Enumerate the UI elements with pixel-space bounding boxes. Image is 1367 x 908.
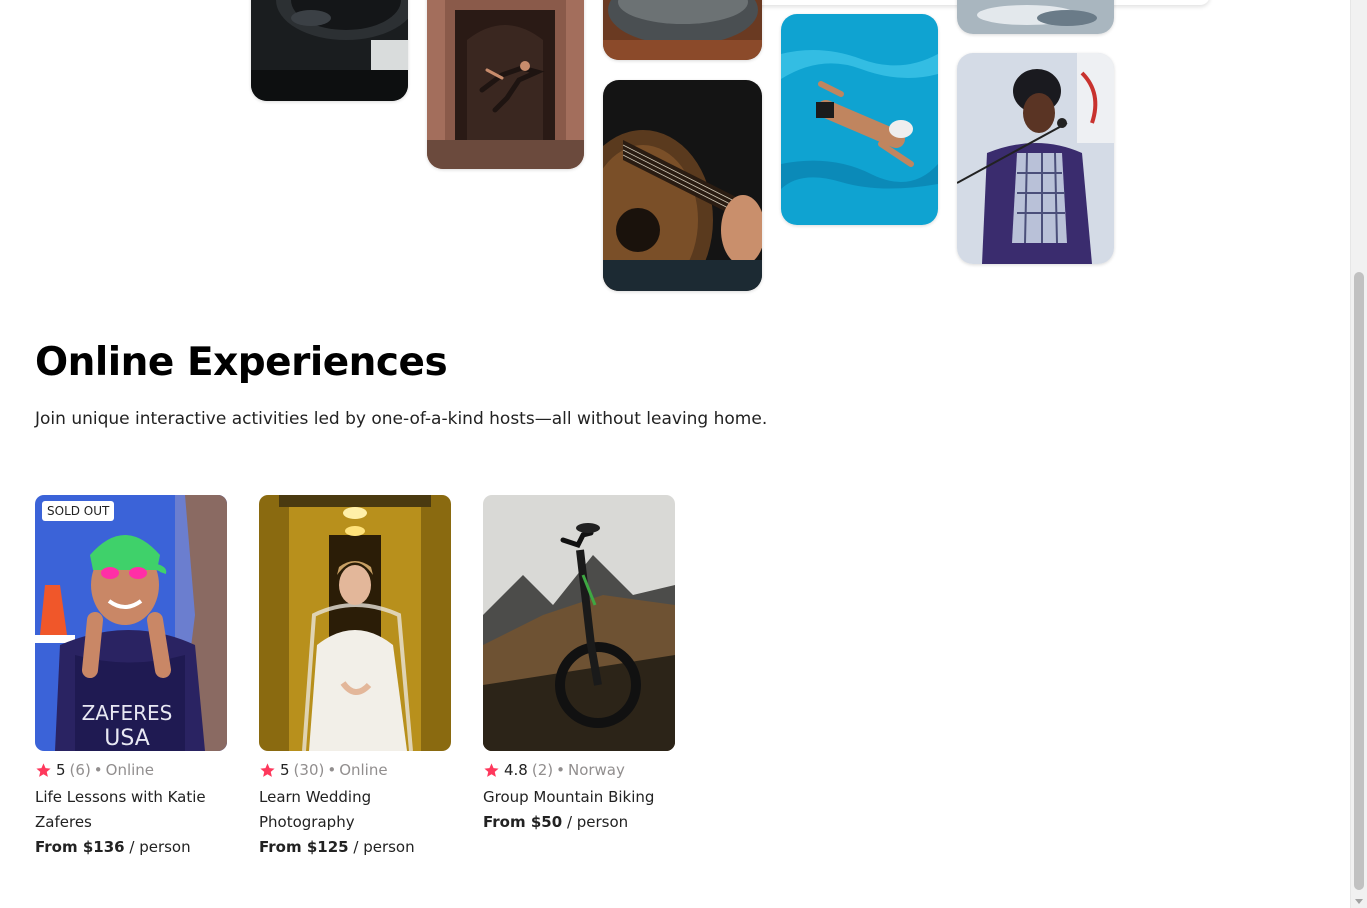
- location-label: Online: [339, 761, 388, 779]
- experience-card-image[interactable]: [259, 495, 451, 751]
- price-row: From $50 / person: [483, 810, 675, 835]
- separator-dot: •: [556, 761, 565, 779]
- scroll-down-arrow-icon[interactable]: [1355, 899, 1363, 904]
- review-count: (6): [69, 761, 91, 779]
- gallery-photo-bowl: [603, 0, 762, 60]
- hero-photo-gallery: [0, 0, 1350, 300]
- price-unit: / person: [353, 838, 415, 856]
- star-icon: [484, 762, 499, 777]
- gallery-photo-guitar: [603, 80, 762, 291]
- rating-row: 4.8 (2) • Norway: [483, 761, 675, 779]
- scrollbar-thumb[interactable]: [1354, 272, 1364, 890]
- gallery-photo-cooking: [251, 0, 408, 101]
- experience-title[interactable]: Group Mountain Biking: [483, 785, 675, 810]
- review-count: (30): [293, 761, 325, 779]
- gallery-photo-singer: [957, 53, 1114, 264]
- vertical-scrollbar[interactable]: [1350, 0, 1367, 908]
- sold-out-badge: SOLD OUT: [42, 501, 115, 521]
- gallery-photo-swimmer: [781, 14, 938, 225]
- price-label: From $136: [35, 838, 125, 856]
- jersey-text-line1: ZAFERES: [82, 701, 173, 725]
- location-label: Norway: [567, 761, 625, 779]
- rating-value: 5: [56, 761, 66, 779]
- gallery-photo-dancer: [427, 0, 584, 169]
- section-subtitle: Join unique interactive activities led b…: [35, 409, 768, 429]
- rating-value: 5: [280, 761, 290, 779]
- experience-card-image[interactable]: [483, 495, 675, 751]
- price-row: From $136 / person: [35, 835, 227, 860]
- experience-title[interactable]: Life Lessons with Katie Zaferes: [35, 785, 227, 835]
- section-title: Online Experiences: [35, 340, 448, 385]
- experience-card-image[interactable]: ZAFERES USA SOLD OUT: [35, 495, 227, 751]
- review-count: (2): [531, 761, 554, 779]
- experience-title[interactable]: Learn Wedding Photography: [259, 785, 451, 835]
- experience-card[interactable]: 5 (30) • Online Learn Wedding Photograph…: [259, 495, 451, 860]
- rating-row: 5 (30) • Online: [259, 761, 451, 779]
- price-label: From $125: [259, 838, 349, 856]
- price-row: From $125 / person: [259, 835, 451, 860]
- price-unit: / person: [129, 838, 191, 856]
- star-icon: [36, 762, 51, 777]
- star-icon: [260, 762, 275, 777]
- jersey-text-line2: USA: [104, 726, 150, 751]
- separator-dot: •: [327, 761, 337, 779]
- price-unit: / person: [566, 813, 629, 831]
- location-label: Online: [105, 761, 155, 779]
- rating-value: 4.8: [504, 761, 528, 779]
- price-label: From $50: [483, 813, 563, 831]
- experience-card[interactable]: 4.8 (2) • Norway Group Mountain Biking F…: [483, 495, 675, 835]
- rating-row: 5 (6) • Online: [35, 761, 227, 779]
- experience-card[interactable]: ZAFERES USA SOLD OUT 5 (6) • Online Life…: [35, 495, 227, 860]
- separator-dot: •: [93, 761, 103, 779]
- gallery-photo-yoga: [957, 0, 1114, 34]
